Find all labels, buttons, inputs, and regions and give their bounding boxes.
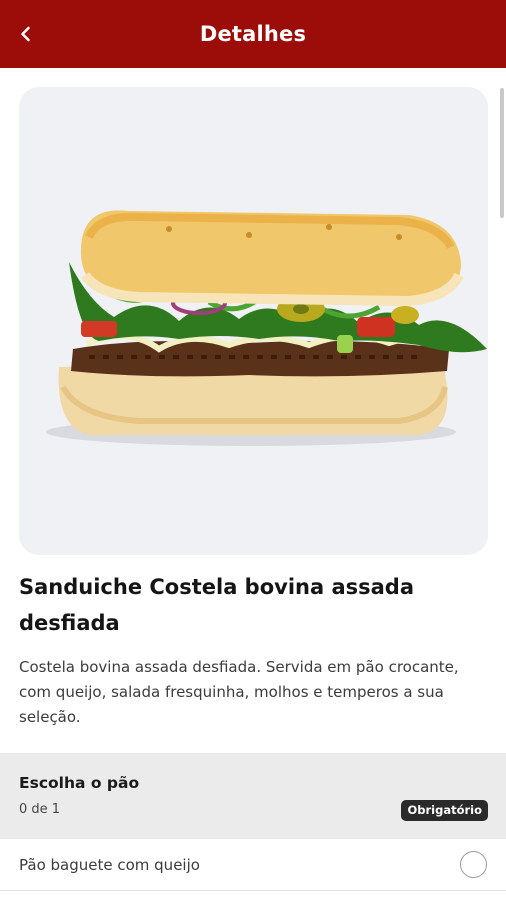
scrollbar[interactable]	[500, 88, 504, 218]
required-badge: Obrigatório	[401, 800, 488, 821]
option-group-title: Escolha o pão	[19, 774, 140, 792]
product-image	[19, 87, 488, 555]
option-row-pao-baguete[interactable]: Pão baguete com queijo	[0, 839, 506, 891]
product-title: Sanduiche Costela bovina assada desfiada	[19, 575, 415, 635]
radio-button[interactable]	[460, 851, 487, 878]
page-title: Detalhes	[199, 22, 307, 46]
back-button[interactable]	[6, 14, 46, 54]
option-group-count: 0 de 1	[19, 802, 61, 817]
product-description: Costela bovina assada desfiada. Servida …	[19, 658, 459, 726]
option-group-header: Escolha o pão 0 de 1 Obrigatório	[0, 753, 506, 839]
sandwich-photo	[46, 210, 487, 446]
option-label: Pão baguete com queijo	[19, 855, 200, 874]
app-bar: Detalhes	[0, 0, 506, 68]
chevron-left-icon	[21, 26, 30, 42]
